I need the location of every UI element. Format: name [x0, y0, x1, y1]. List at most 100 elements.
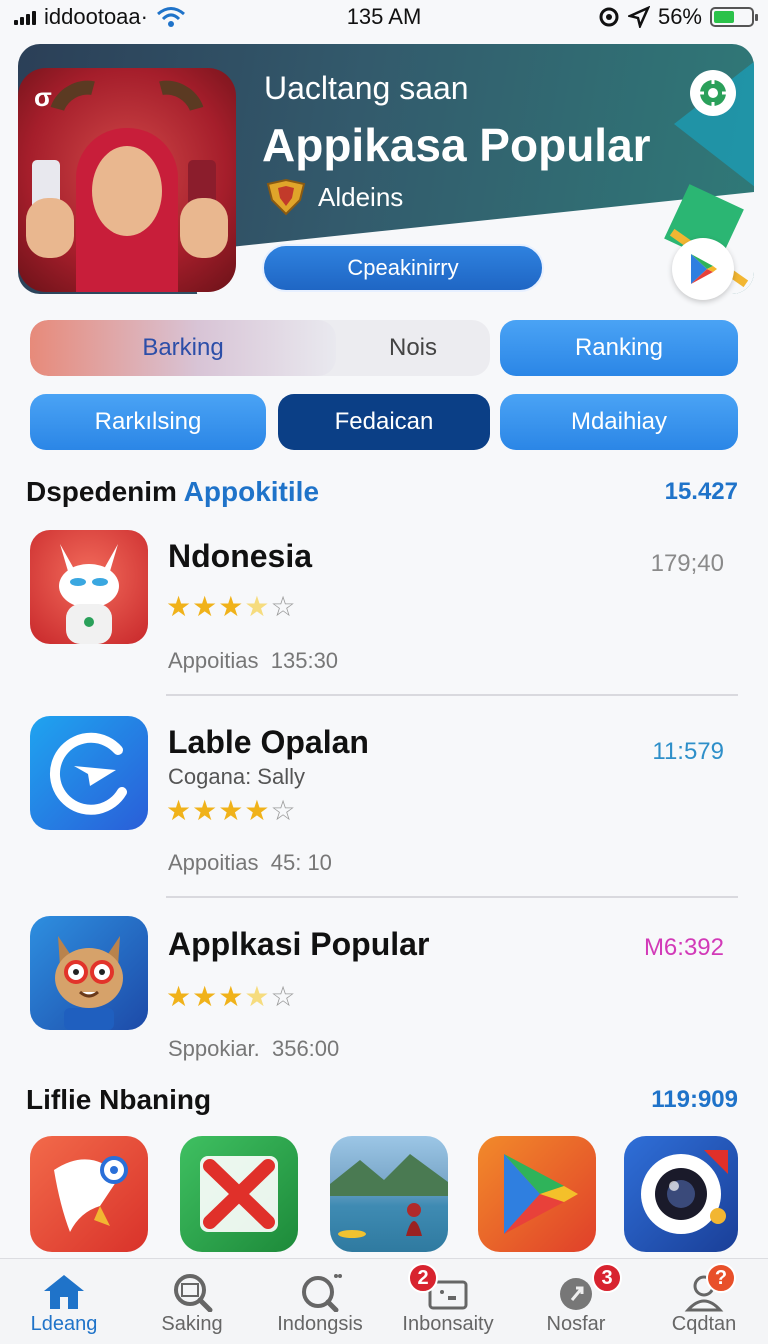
- star-icon: ★: [218, 795, 245, 826]
- app-name: Lable Opalan: [168, 724, 369, 760]
- app-icon-x[interactable]: [180, 1136, 298, 1252]
- star-icon: ☆: [270, 795, 297, 826]
- rabbit-mascot-icon: [59, 544, 119, 644]
- battery-icon: [710, 7, 758, 27]
- hero-cta-button[interactable]: Cpeakinirry: [262, 244, 544, 292]
- app-time: 11:579: [652, 738, 724, 765]
- section-count: 119:909: [651, 1086, 738, 1113]
- nav-item-inbonsaity[interactable]: Inbonsaity 2: [384, 1259, 512, 1344]
- app-name: Applkasi Popular: [168, 926, 430, 962]
- bird-icon: [54, 1156, 128, 1232]
- notification-badge: 3: [592, 1263, 622, 1293]
- section-title-plain: Dspedenim: [26, 476, 184, 507]
- location-icon: [627, 6, 650, 28]
- star-rating: ★★★★☆: [166, 794, 297, 827]
- face: [92, 146, 162, 236]
- app-meta-label: Appoitias: [168, 648, 259, 673]
- filter-barking[interactable]: Barking: [30, 320, 336, 376]
- nav-label: Saking: [161, 1313, 223, 1335]
- filter-nois[interactable]: Nois: [336, 320, 490, 376]
- home-icon: [44, 1275, 84, 1309]
- app-icon-cat[interactable]: [30, 916, 148, 1030]
- star-icon: ★: [166, 591, 193, 622]
- app-name: Ndonesia: [168, 538, 313, 574]
- section-title: Dspedenim Appokitile: [26, 476, 319, 508]
- star-icon: ★: [244, 795, 271, 826]
- app-meta-value: 135:30: [270, 648, 339, 673]
- notification-badge: 2: [408, 1263, 438, 1293]
- battery-percent: 56%: [657, 4, 702, 29]
- app-meta: Appoitias 45: 10: [168, 850, 332, 876]
- star-icon: ★: [166, 795, 193, 826]
- app-icon-bird[interactable]: [30, 1136, 148, 1252]
- landscape-photo-icon: [330, 1154, 448, 1238]
- app-meta-value: 45: 10: [270, 850, 332, 875]
- star-icon: ★: [218, 591, 245, 622]
- filter-ranking[interactable]: Ranking: [500, 320, 738, 376]
- section-header-strip: Liflie Nbaning 119:909: [26, 1084, 738, 1116]
- signal-icon: [14, 9, 36, 25]
- app-time: M6:392: [643, 934, 724, 961]
- hand-right: [180, 198, 228, 258]
- app-icon-play[interactable]: [478, 1136, 596, 1252]
- app-meta: Sppokiar. 356:00: [168, 1036, 339, 1062]
- nav-item-home[interactable]: Ldeang: [0, 1259, 128, 1344]
- filter-fedaican[interactable]: Fedaican: [278, 394, 490, 450]
- app-icon-plane[interactable]: [30, 716, 148, 830]
- star-icon: ★: [192, 591, 219, 622]
- app-list-item[interactable]: Ndonesia ★★★★☆ Appoitias 135:30 179;40: [30, 530, 738, 720]
- nav-item-cqdtan[interactable]: Cqdtan ?: [640, 1259, 768, 1344]
- star-icon: ☆: [270, 981, 297, 1012]
- nav-label: Ldeang: [30, 1313, 98, 1335]
- search-icon: [302, 1274, 342, 1312]
- nav-label: Cqdtan: [671, 1313, 737, 1335]
- carrier-label: iddootoaa·: [44, 4, 148, 29]
- settings-button[interactable]: [690, 70, 736, 116]
- close-icon: [200, 1156, 278, 1232]
- section-header-apps: Dspedenim Appokitile 15.427: [26, 476, 738, 508]
- hero-image: σ: [18, 68, 236, 292]
- app-icon-camera[interactable]: [624, 1136, 738, 1252]
- nav-item-nosfar[interactable]: Nosfar 3: [512, 1259, 640, 1344]
- divider: [166, 896, 738, 898]
- star-icon: ★: [244, 981, 271, 1012]
- nav-label: Indongsis: [277, 1313, 363, 1335]
- app-icon-rabbit[interactable]: [30, 530, 148, 644]
- camera-icon: [641, 1150, 728, 1234]
- filter-mdaihiay[interactable]: Mdaihiay: [500, 394, 738, 450]
- shield-icon: [266, 178, 306, 216]
- play-store-button[interactable]: [672, 238, 734, 300]
- filter-rarkilsing[interactable]: Rarkılsing: [30, 394, 266, 450]
- bottom-nav: Ldeang Saking Indongsis Inbonsaity 2 Nos…: [0, 1258, 768, 1344]
- section-title: Liflie Nbaning: [26, 1084, 212, 1115]
- app-meta-label: Appoitias: [168, 850, 259, 875]
- hero-title: Appikasa Popular: [262, 119, 651, 171]
- nav-label: Nosfar: [546, 1313, 606, 1335]
- star-icon: ★: [218, 981, 245, 1012]
- app-list-item[interactable]: Applkasi Popular ★★★★☆ Sppokiar. 356:00 …: [30, 916, 738, 1106]
- hand-left: [26, 198, 74, 258]
- nav-label: Inbonsaity: [402, 1313, 494, 1335]
- status-right: 56%: [598, 4, 758, 30]
- play-icon: [504, 1154, 578, 1234]
- star-icon: ★: [166, 981, 193, 1012]
- app-meta-value: 356:00: [271, 1036, 340, 1061]
- app-time: 179;40: [650, 550, 724, 577]
- app-icon-lake[interactable]: [330, 1136, 448, 1252]
- battery-fill: [714, 11, 735, 23]
- search-box-icon: [174, 1274, 213, 1312]
- nav-item-saking[interactable]: Saking: [128, 1259, 256, 1344]
- status-bar: iddootoaa· 135 AM 56%: [0, 0, 768, 34]
- cat-mascot-icon: [55, 936, 123, 1030]
- wifi-icon: [157, 7, 185, 27]
- notification-badge: ?: [706, 1263, 736, 1293]
- star-icon: ★: [192, 981, 219, 1012]
- filter-segment: Barking Nois: [30, 320, 490, 376]
- nav-item-indongsis[interactable]: Indongsis: [256, 1259, 384, 1344]
- section-count: 15.427: [664, 478, 738, 505]
- star-icon: ☆: [270, 591, 297, 622]
- app-meta: Appoitias 135:30: [168, 648, 338, 674]
- hero-badge: Aldeins: [264, 178, 403, 216]
- app-list-item[interactable]: Lable Opalan Cogana: Sally ★★★★☆ Appoiti…: [30, 716, 738, 906]
- section-title-accent[interactable]: Appokitile: [184, 476, 319, 507]
